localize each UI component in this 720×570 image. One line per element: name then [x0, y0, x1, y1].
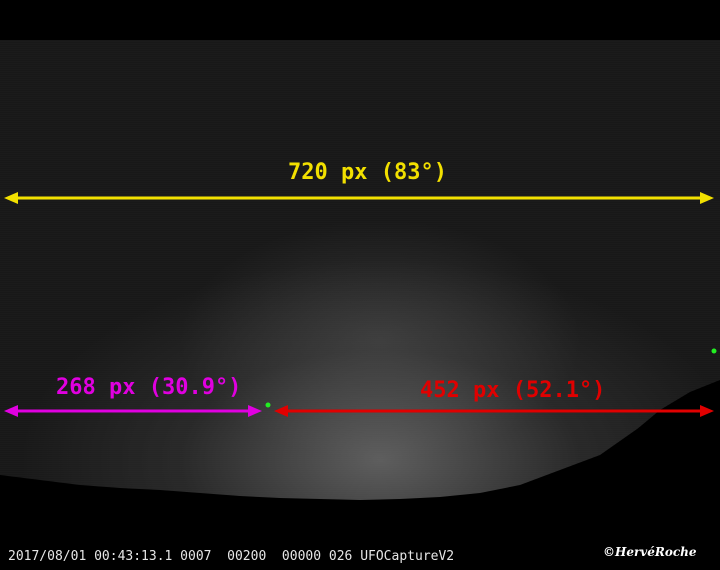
camera-frame: 720 px (83°) 268 px (30.9°) 452 px (52.1… [0, 0, 720, 570]
measurement-overlay [4, 192, 717, 417]
marker-dot [711, 348, 717, 354]
marker-dot [265, 402, 271, 408]
photo-credit: ©HervéRoche [603, 545, 697, 559]
left-segment-label: 268 px (30.9°) [56, 375, 242, 400]
left-arrow [4, 405, 262, 417]
capture-timestamp: 2017/08/01 00:43:13.1 0007 00200 00000 0… [8, 549, 455, 564]
right-segment-label: 452 px (52.1°) [420, 378, 606, 403]
right-arrow [274, 405, 714, 417]
full-width-label: 720 px (83°) [288, 160, 447, 185]
full-width-arrow [4, 192, 714, 204]
